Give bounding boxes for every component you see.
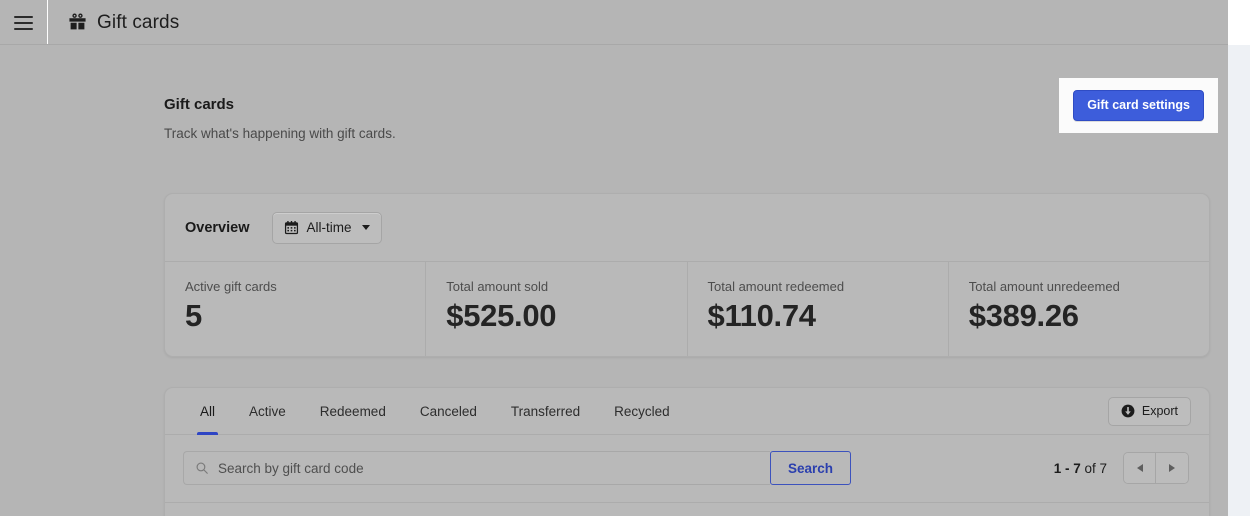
tabs-row: All Active Redeemed Canceled Transferred…	[165, 388, 1209, 436]
metric-value: $389.26	[968, 298, 1079, 333]
search-button[interactable]: Search	[769, 451, 851, 486]
chevron-right-icon	[1169, 464, 1175, 473]
overview-header: Overview All-time	[165, 194, 1209, 262]
pagination-range: 1 - 7	[1053, 460, 1081, 476]
content-area: Gift cards Track what's happening with g…	[0, 45, 1228, 516]
export-label: Export	[1141, 403, 1178, 418]
chevron-down-icon	[361, 225, 370, 230]
topbar-right-filler	[1228, 0, 1250, 45]
search-row: Search 1 - 7 of 7	[165, 435, 1209, 502]
metric-value: $525.00	[446, 298, 557, 333]
overview-card: Overview All-time Active gift cards 5 To…	[164, 193, 1210, 358]
app-shell: Gift cards Gift cards Track what's happe…	[0, 0, 1228, 516]
topbar-title-group: Gift cards	[48, 12, 179, 34]
pagination-prev-button[interactable]	[1124, 453, 1156, 484]
export-circle-icon	[1121, 404, 1135, 418]
pagination-next-button[interactable]	[1156, 453, 1188, 484]
pagination-label: 1 - 7 of 7	[1054, 461, 1107, 476]
tab-canceled[interactable]: Canceled	[403, 388, 494, 435]
tab-recycled[interactable]: Recycled	[597, 388, 687, 435]
metric-total-amount-unredeemed: Total amount unredeemed $389.26	[949, 262, 1209, 356]
pagination-total: 7	[1099, 460, 1107, 476]
metric-label: Total amount sold	[446, 279, 549, 294]
gift-icon	[69, 13, 86, 30]
metric-label: Total amount unredeemed	[968, 279, 1120, 294]
tab-active[interactable]: Active	[232, 388, 303, 435]
gift-cards-list-card: All Active Redeemed Canceled Transferred…	[164, 387, 1210, 516]
pagination: 1 - 7 of 7	[1054, 452, 1191, 485]
export-button[interactable]: Export	[1107, 396, 1191, 426]
date-range-dropdown[interactable]: All-time	[271, 212, 382, 244]
metric-label: Active gift cards	[185, 279, 277, 294]
pagination-of: of	[1080, 460, 1100, 476]
content-inner: Gift cards Track what's happening with g…	[164, 45, 1218, 516]
date-range-label: All-time	[306, 220, 352, 235]
metric-total-amount-redeemed: Total amount redeemed $110.74	[688, 262, 949, 357]
overview-title: Overview	[185, 220, 250, 236]
tab-all[interactable]: All	[183, 388, 232, 435]
search-field[interactable]	[183, 451, 770, 486]
metrics-row: Active gift cards 5 Total amount sold $5…	[165, 262, 1209, 357]
top-bar: Gift cards	[0, 0, 1228, 45]
settings-button-focus-ring: Gift card settings	[1059, 78, 1218, 133]
page-subtitle: Track what's happening with gift cards.	[164, 126, 396, 141]
list-body-top	[165, 503, 1209, 516]
gift-card-settings-button[interactable]: Gift card settings	[1073, 90, 1204, 121]
page-header: Gift cards Track what's happening with g…	[164, 45, 1218, 141]
pagination-buttons	[1123, 452, 1189, 485]
search-icon	[196, 462, 208, 475]
search-input[interactable]	[218, 452, 759, 485]
tab-redeemed[interactable]: Redeemed	[303, 388, 403, 435]
page-title: Gift cards	[164, 96, 235, 113]
metric-active-gift-cards: Active gift cards 5	[165, 262, 427, 357]
tabs: All Active Redeemed Canceled Transferred…	[183, 388, 687, 435]
hamburger-icon	[14, 15, 33, 30]
tab-transferred[interactable]: Transferred	[494, 388, 597, 435]
chevron-left-icon	[1136, 464, 1143, 473]
menu-toggle-button[interactable]	[0, 0, 48, 45]
calendar-icon	[284, 221, 298, 235]
metric-value: 5	[185, 298, 202, 333]
metric-value: $110.74	[707, 298, 817, 333]
metric-total-amount-sold: Total amount sold $525.00	[426, 262, 688, 357]
metric-label: Total amount redeemed	[707, 279, 845, 294]
topbar-title: Gift cards	[97, 11, 180, 33]
search-group: Search	[183, 451, 851, 486]
page-root: Gift cards Gift cards Track what's happe…	[0, 0, 1250, 516]
